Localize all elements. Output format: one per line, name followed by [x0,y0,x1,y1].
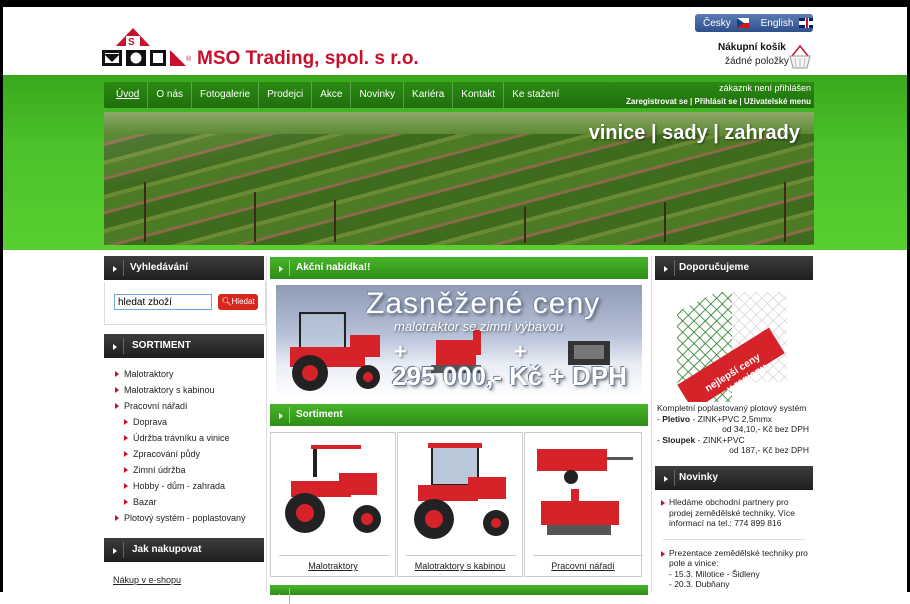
product-label[interactable]: Malotraktory s kabinou [398,561,522,571]
news-item-text: Prezentace zemědělské techniky pro pole … [669,547,808,569]
lang-english-link[interactable]: English [761,18,794,29]
basket-icon[interactable] [788,42,812,70]
product-label[interactable]: Pracovní nářadí [525,561,641,571]
banner-tagline: vinice | sady | zahrady [588,122,800,144]
company-name[interactable]: MSO Trading, spol. s r.o. [197,48,419,70]
cart-status: žádné položky [725,56,789,67]
main-nav: Úvod O nás Fotogalerie Prodejci Akce Nov… [104,82,614,108]
nav-item-ke-stazeni[interactable]: Ke stažení [504,82,567,108]
search-button-label: Hledat [231,297,255,306]
nav-item-prodejci[interactable]: Prodejci [259,82,313,108]
promo-heading: Akční nabídka!! [270,257,648,279]
nav-item-akce[interactable]: Akce [312,82,352,108]
divider [663,538,805,540]
fence-image: nejlepší ceny v regionu [677,292,787,402]
recommend-item2: - Sloupek - ZINK+PVC [657,434,745,445]
nav-item-uvod[interactable]: Úvod [104,82,149,108]
menu-item-plotovy-system[interactable]: Plotový systém - poplastovaný [104,510,264,526]
product-card[interactable]: Malotraktory s kabinou [397,432,523,577]
promo-price: 295 000,- Kč + DPH [392,361,627,391]
item1-price: od 34,10,- Kč bez DPH [722,424,809,434]
how-to-buy-heading: Jak nakupovat [104,538,264,562]
sortiment-menu: Malotraktory Malotraktory s kabinou Prac… [104,366,264,526]
menu-item-pracovni-naradi[interactable]: Pracovní nářadí [104,398,264,414]
item1-spec: - ZINK+PVC 2,5mmx [690,413,773,424]
hero-banner: vinice | sady | zahrady [104,112,814,245]
shopping-cart[interactable]: Nákupní košík žádné položky [700,42,818,72]
news-list: Hledáme obchodní partnery pro prodej zem… [655,497,813,600]
menu-item-bazar[interactable]: Bazar [104,494,264,510]
account-links[interactable]: Zaregistrovat se | Přihlásit se | Uživat… [614,97,811,106]
recommend-desc: Kompletní poplastovaný plotový systém [657,403,807,413]
news-item-text: - 15.3. Milotice - Šidleny [669,568,760,579]
nav-item-kontakt[interactable]: Kontakt [453,82,505,108]
tractor-image [285,445,381,533]
eshop-purchase-link[interactable]: Nákup v e-shopu [113,575,181,585]
product-card[interactable]: Malotraktory [270,432,396,577]
recommend-text: Kompletní poplastovaný plotový systém - … [657,403,813,456]
menu-item-zpracovani-pudy[interactable]: Zpracování půdy [104,446,264,462]
divider [406,555,516,556]
divider [533,555,643,556]
next-section-heading [270,585,648,604]
menu-item-zimni-udrzba[interactable]: Zimní údržba [104,462,264,478]
cart-title: Nákupní košík [718,42,786,53]
banner-tree [334,200,336,242]
product-grid: Malotraktory Malotraktory s kabinou Prac… [270,432,643,577]
search-heading: Vyhledávání [104,256,264,280]
news-item[interactable]: Hledáme obchodní partnery pro prodej zem… [655,497,813,529]
language-bar: Česky English [695,14,813,32]
search-icon: 🔍︎ [221,297,232,306]
promo-title: Zasněžené ceny [366,287,601,320]
search-panel: 🔍︎Hledat [104,282,266,325]
product-label[interactable]: Malotraktory [271,561,395,571]
item2-spec: - ZINK+PVC [695,434,745,445]
banner-tree [254,192,256,242]
nav-item-novinky[interactable]: Novinky [351,82,405,108]
nav-item-fotogalerie[interactable]: Fotogalerie [192,82,260,108]
uk-flag-icon[interactable] [799,18,813,28]
search-button[interactable]: 🔍︎Hledat [218,294,258,310]
item2-price: od 187,- Kč bez DPH [729,445,809,455]
czech-flag-icon[interactable] [736,18,749,28]
banner-tree [524,207,526,243]
window-top-border [0,0,910,7]
search-input[interactable] [114,294,212,310]
sortiment-section-heading: Sortiment [270,404,648,426]
cab-tractor-image [414,443,509,539]
nav-item-o-nas[interactable]: O nás [148,82,193,108]
registered-mark: ® [186,56,192,63]
item2-name: Sloupek [662,434,696,445]
menu-item-udrzba-travniku[interactable]: Údržba trávníku a vinice [104,430,264,446]
menu-item-hobby[interactable]: Hobby - dům - zahrada [104,478,264,494]
account-box: zákaznk není přihlášen Zaregistrovat se … [614,82,814,108]
lang-czech-link[interactable]: Česky [703,18,731,29]
menu-item-doprava[interactable]: Doprava [104,414,264,430]
recommend-panel[interactable]: nejlepší ceny v regionu Kompletní poplas… [655,280,813,458]
item1-name: Pletivo [662,413,691,424]
column-divider [266,256,267,592]
news-item[interactable]: Prezentace zemědělské techniky pro pole … [655,548,813,590]
recommend-heading: Doporučujeme [655,256,813,280]
promo-banner[interactable]: Zasněžené ceny malotraktor se zimní výba… [276,285,642,398]
banner-tree [144,182,146,242]
trailer-tiller-image [537,449,633,535]
banner-tree [664,202,666,242]
svg-text:S: S [128,37,135,48]
divider [279,555,389,556]
recommend-item1: - Pletivo - ZINK+PVC 2,5mmx [657,413,773,424]
nav-item-kariera[interactable]: Kariéra [404,82,454,108]
news-heading: Novinky [655,466,813,490]
sortiment-heading: SORTIMENT [104,334,264,358]
menu-item-malotraktory-s-kabinou[interactable]: Malotraktory s kabinou [104,382,264,398]
news-item-text: - 20.3. Dubňany [669,579,730,589]
column-divider [651,256,652,592]
banner-tree [784,182,786,242]
login-status: zákaznk není přihlášen [718,83,811,93]
promo-subtitle: malotraktor se zimní výbavou [394,319,564,334]
product-card[interactable]: Pracovní nářadí [524,432,643,577]
menu-item-malotraktory[interactable]: Malotraktory [104,366,264,382]
